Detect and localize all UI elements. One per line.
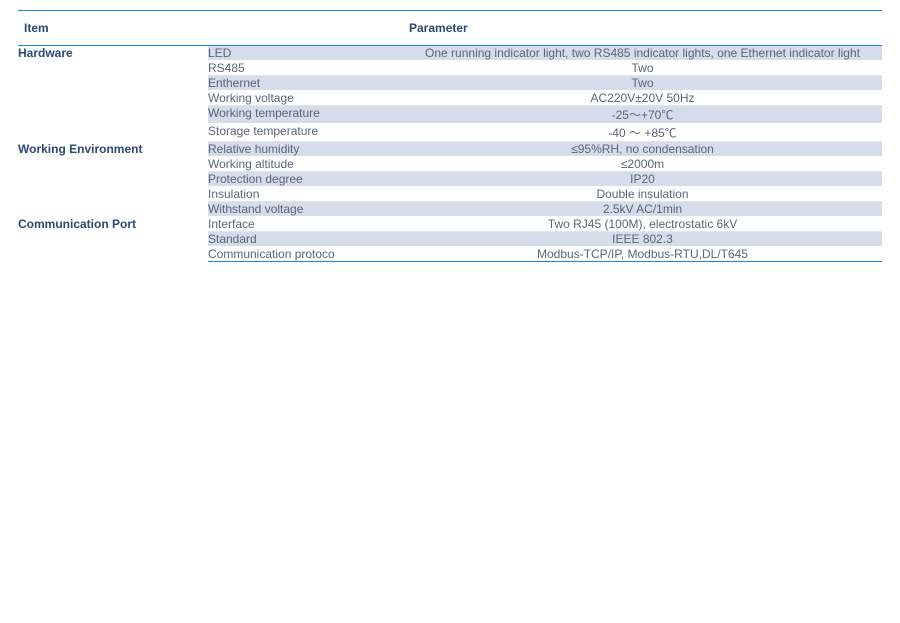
row-value: Modbus-TCP/IP, Modbus-RTU,DL/T645 bbox=[403, 247, 882, 262]
group-name: Communication Port bbox=[18, 217, 208, 262]
row-value: Two bbox=[403, 76, 882, 91]
group-name: Working Environment bbox=[18, 142, 208, 217]
row-value: IP20 bbox=[403, 172, 882, 187]
row-label: Storage temperature bbox=[208, 124, 403, 142]
row-label: Working temperature bbox=[208, 106, 403, 124]
group-name: Hardware bbox=[18, 46, 208, 142]
row-value: One running indicator light, two RS485 i… bbox=[403, 46, 882, 61]
table-row: Communication PortInterfaceTwo RJ45 (100… bbox=[18, 217, 882, 232]
header-item: Item bbox=[18, 11, 208, 46]
row-value: IEEE 802.3 bbox=[403, 232, 882, 247]
row-value: 2.5kV AC/1min bbox=[403, 202, 882, 217]
row-label: Protection degree bbox=[208, 172, 403, 187]
row-value: Double insulation bbox=[403, 187, 882, 202]
row-label: Interface bbox=[208, 217, 403, 232]
header-label-spacer bbox=[208, 11, 403, 46]
row-label: RS485 bbox=[208, 61, 403, 76]
row-value: Two bbox=[403, 61, 882, 76]
header-row: Item Parameter bbox=[18, 11, 882, 46]
table-row: Working EnvironmentRelative humidity≤95%… bbox=[18, 142, 882, 157]
row-value: AC220V±20V 50Hz bbox=[403, 91, 882, 106]
row-label: Standard bbox=[208, 232, 403, 247]
row-label: Relative humidity bbox=[208, 142, 403, 157]
header-parameter: Parameter bbox=[403, 11, 882, 46]
row-value: ≤95%RH, no condensation bbox=[403, 142, 882, 157]
row-label: Working voltage bbox=[208, 91, 403, 106]
row-value: Two RJ45 (100M), electrostatic 6kV bbox=[403, 217, 882, 232]
row-value: ≤2000m bbox=[403, 157, 882, 172]
spec-body: HardwareLEDOne running indicator light, … bbox=[18, 46, 882, 262]
row-label: Withstand voltage bbox=[208, 202, 403, 217]
row-label: Insulation bbox=[208, 187, 403, 202]
table-row: HardwareLEDOne running indicator light, … bbox=[18, 46, 882, 61]
row-value: -40 ～ +85℃ bbox=[403, 124, 882, 142]
row-label: Working altitude bbox=[208, 157, 403, 172]
row-value: -25～+70℃ bbox=[403, 106, 882, 124]
row-label: Enthernet bbox=[208, 76, 403, 91]
row-label: Communication protoco bbox=[208, 247, 403, 262]
row-label: LED bbox=[208, 46, 403, 61]
spec-table: Item Parameter HardwareLEDOne running in… bbox=[18, 10, 882, 262]
